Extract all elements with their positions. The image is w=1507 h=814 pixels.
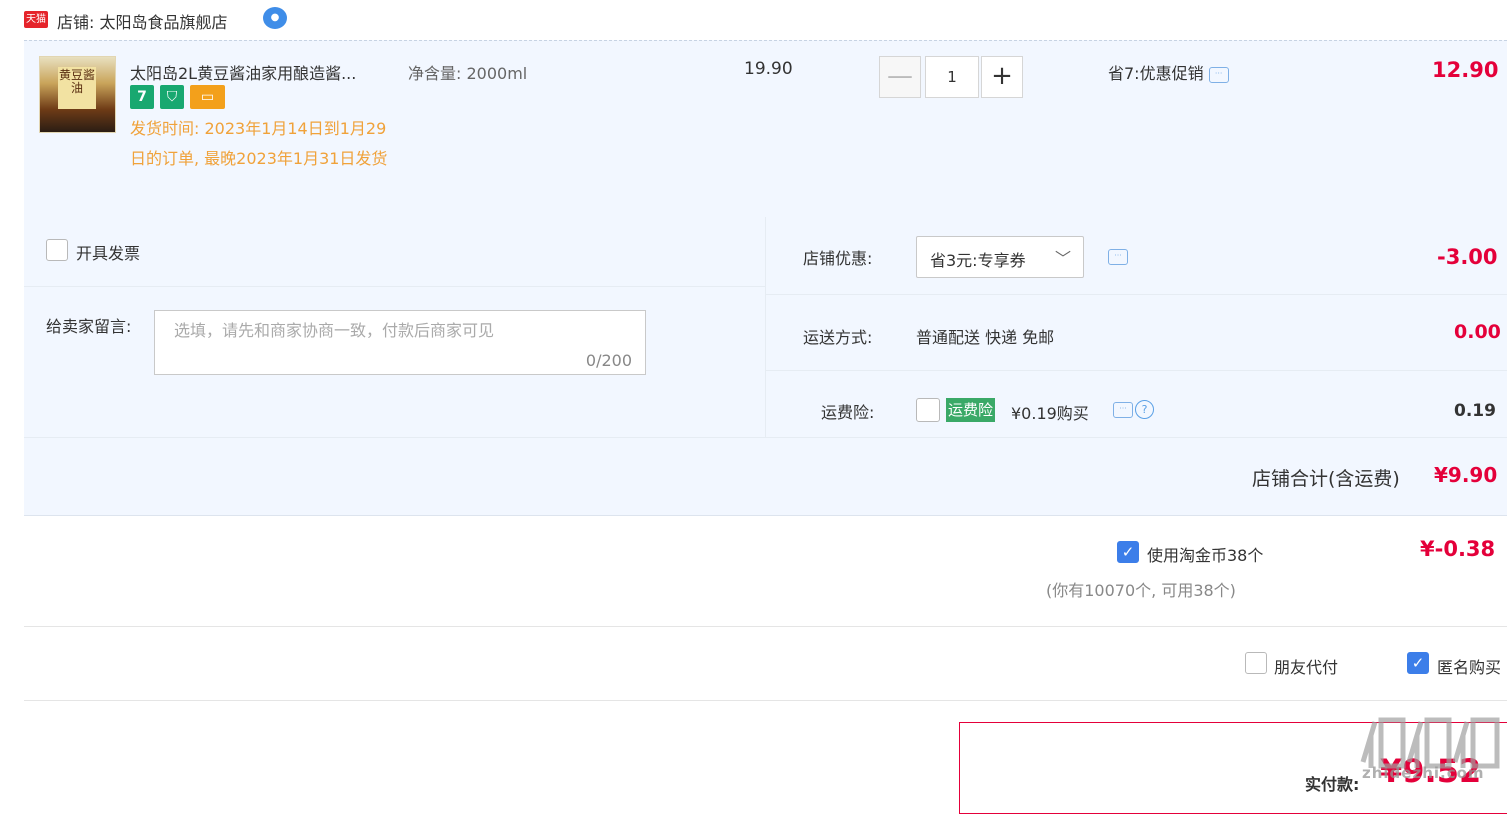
shipping-insurance-price: ¥0.19购买 <box>1011 404 1089 423</box>
divider <box>766 294 1507 295</box>
help-icon[interactable]: ? <box>1135 400 1154 419</box>
friend-pay-checkbox[interactable] <box>1245 652 1267 674</box>
divider <box>765 217 766 437</box>
taobao-coin-balance-note: (你有10070个, 可用38个) <box>1046 581 1236 600</box>
shop-discount-amount: -3.00 <box>1437 245 1498 269</box>
seller-message-input[interactable] <box>172 320 636 341</box>
watermark-text: zhidezhi.com <box>1362 764 1485 782</box>
shop-discount-label: 店铺优惠: <box>803 249 873 268</box>
taobao-coin-label[interactable]: 使用淘金币38个 <box>1147 542 1263 566</box>
insurance-detail-icon[interactable]: ··· <box>1113 402 1133 418</box>
shipping-insurance-tag: 运费险 <box>946 398 996 422</box>
delivery-label: 运送方式: <box>803 328 873 347</box>
seller-message-box: 0/200 <box>154 310 646 375</box>
divider <box>24 286 765 287</box>
shop-total-label: 店铺合计(含运费) <box>1252 468 1400 490</box>
product-thumbnail-label: 黄豆酱油 <box>58 67 96 109</box>
promotion-info: 省7:优惠促销 ··· <box>1108 60 1229 84</box>
promotion-label: 省7:优惠促销 <box>1108 64 1204 83</box>
quantity-increase-button[interactable]: + <box>981 56 1023 98</box>
delivery-method: 普通配送 快递 免邮 <box>916 328 1055 347</box>
product-thumbnail[interactable]: 黄豆酱油 <box>39 56 116 133</box>
quantity-input[interactable]: 1 <box>925 56 979 98</box>
anonymous-purchase-checkbox[interactable]: ✓ <box>1407 652 1429 674</box>
item-subtotal: 12.90 <box>1432 58 1499 82</box>
seven-day-return-badge[interactable]: 7 <box>130 85 154 109</box>
shipping-insurance-label: 运费险: <box>821 403 875 422</box>
message-char-count: 0/200 <box>585 351 632 370</box>
actual-payment-label: 实付款: <box>1305 775 1360 794</box>
credit-card-badge-icon[interactable]: ▭ <box>190 85 225 109</box>
shop-name-link[interactable]: 店铺: 太阳岛食品旗舰店 <box>57 9 227 33</box>
shop-coupon-value: 省3元:专享券 <box>930 251 1026 270</box>
invoice-checkbox[interactable] <box>46 239 68 261</box>
watermark-logo <box>1360 717 1500 769</box>
coupon-detail-icon[interactable]: ··· <box>1108 249 1128 265</box>
anonymous-purchase-label[interactable]: 匿名购买 <box>1437 654 1501 678</box>
product-title-link[interactable]: 太阳岛2L黄豆酱油家用酿造酱... <box>130 60 356 84</box>
friend-pay-label[interactable]: 朋友代付 <box>1274 654 1338 678</box>
shipping-insurance-amount: 0.19 <box>1454 401 1496 421</box>
shop-coupon-select[interactable]: 省3元:专享券 ﹀ <box>916 236 1084 278</box>
taobao-coin-deduction: ¥-0.38 <box>1420 537 1496 561</box>
quantity-decrease-button[interactable]: — <box>879 56 921 98</box>
taobao-coin-checkbox[interactable]: ✓ <box>1117 541 1139 563</box>
divider <box>24 437 1507 438</box>
divider <box>24 700 1507 701</box>
shop-total-value: ¥9.90 <box>1434 463 1498 487</box>
shipping-insurance-checkbox[interactable] <box>916 398 940 422</box>
delivery-amount: 0.00 <box>1454 321 1501 343</box>
unit-price: 19.90 <box>744 59 793 79</box>
invoice-label[interactable]: 开具发票 <box>76 240 140 264</box>
divider <box>24 626 1507 627</box>
promotion-detail-icon[interactable]: ··· <box>1208 66 1229 83</box>
seller-message-label: 给卖家留言: <box>46 317 132 336</box>
divider <box>766 370 1507 371</box>
product-spec: 净含量: 2000ml <box>408 64 528 83</box>
tmall-badge: 天猫 <box>24 11 48 28</box>
wangwang-chat-icon[interactable]: ● <box>263 7 287 29</box>
shipping-time-note: 发货时间: 2023年1月14日到1月29日的订单, 最晚2023年1月31日发… <box>130 119 388 168</box>
chevron-down-icon: ﹀ <box>1054 249 1071 268</box>
shopping-bag-badge-icon[interactable]: ⛉ <box>160 85 184 109</box>
